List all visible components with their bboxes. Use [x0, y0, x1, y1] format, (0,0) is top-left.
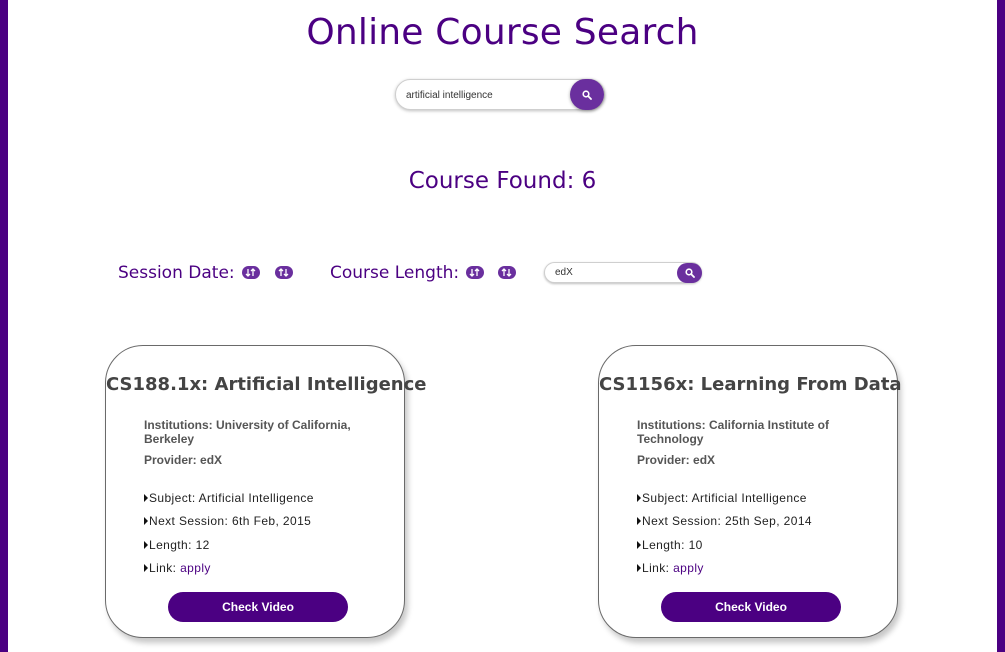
course-link-label: Link: — [642, 561, 670, 575]
check-video-button[interactable]: Check Video — [168, 592, 348, 622]
caret-right-icon — [144, 564, 148, 572]
right-border — [997, 0, 1005, 652]
course-link: Link: apply — [144, 561, 211, 575]
sort-desc-icon — [501, 268, 512, 277]
provider-filter-input[interactable] — [555, 266, 665, 279]
left-border — [0, 0, 8, 652]
course-link-label: Link: — [149, 561, 177, 575]
course-subject-text: Subject: Artificial Intelligence — [642, 491, 807, 505]
caret-right-icon — [637, 517, 641, 525]
courses-found-count: Course Found: 6 — [408, 168, 597, 194]
length-sort-desc-button[interactable] — [498, 266, 516, 279]
course-title: CS188.1x: Artificial Intelligence — [106, 374, 427, 395]
page-title: Online Course Search — [306, 12, 699, 53]
caret-right-icon — [144, 494, 148, 502]
search-button[interactable] — [570, 79, 604, 110]
course-next-session: Next Session: 6th Feb, 2015 — [144, 514, 311, 528]
course-card: CS188.1x: Artificial Intelligence Instit… — [105, 345, 427, 638]
session-sort-asc-button[interactable] — [242, 266, 260, 279]
course-provider: Provider: edX — [144, 453, 223, 467]
sort-desc-icon — [278, 268, 289, 277]
session-sort-desc-button[interactable] — [275, 266, 293, 279]
course-next-session-text: Next Session: 6th Feb, 2015 — [149, 514, 312, 528]
course-search-input[interactable] — [406, 87, 566, 103]
search-icon — [582, 89, 592, 100]
search-icon — [684, 268, 695, 278]
sort-asc-icon — [245, 268, 256, 277]
course-length-text: Length: 10 — [642, 538, 703, 552]
caret-right-icon — [637, 494, 641, 502]
course-length-label: Course Length: — [330, 263, 460, 283]
course-next-session: Next Session: 25th Sep, 2014 — [637, 514, 812, 528]
course-length: Length: 10 — [637, 538, 703, 552]
course-institutions: Institutions: California Institute of Te… — [637, 418, 829, 446]
course-institutions: Institutions: University of California, … — [144, 418, 351, 446]
course-length-text: Length: 12 — [149, 538, 210, 552]
length-sort-asc-button[interactable] — [466, 266, 484, 279]
caret-right-icon — [144, 517, 148, 525]
apply-link[interactable]: apply — [180, 561, 211, 575]
provider-search-button[interactable] — [677, 263, 702, 283]
sort-asc-icon — [469, 268, 480, 277]
course-subject: Subject: Artificial Intelligence — [144, 491, 314, 505]
course-provider: Provider: edX — [637, 453, 716, 467]
check-video-button[interactable]: Check Video — [661, 592, 841, 622]
course-title: CS1156x: Learning From Data — [599, 374, 902, 395]
course-subject: Subject: Artificial Intelligence — [637, 491, 807, 505]
session-date-label: Session Date: — [118, 263, 235, 283]
course-length: Length: 12 — [144, 538, 210, 552]
course-subject-text: Subject: Artificial Intelligence — [149, 491, 314, 505]
course-link: Link: apply — [637, 561, 704, 575]
caret-right-icon — [144, 541, 148, 549]
caret-right-icon — [637, 541, 641, 549]
apply-link[interactable]: apply — [673, 561, 704, 575]
course-next-session-text: Next Session: 25th Sep, 2014 — [642, 514, 812, 528]
caret-right-icon — [637, 564, 641, 572]
course-card: CS1156x: Learning From Data Institutions… — [598, 345, 902, 638]
